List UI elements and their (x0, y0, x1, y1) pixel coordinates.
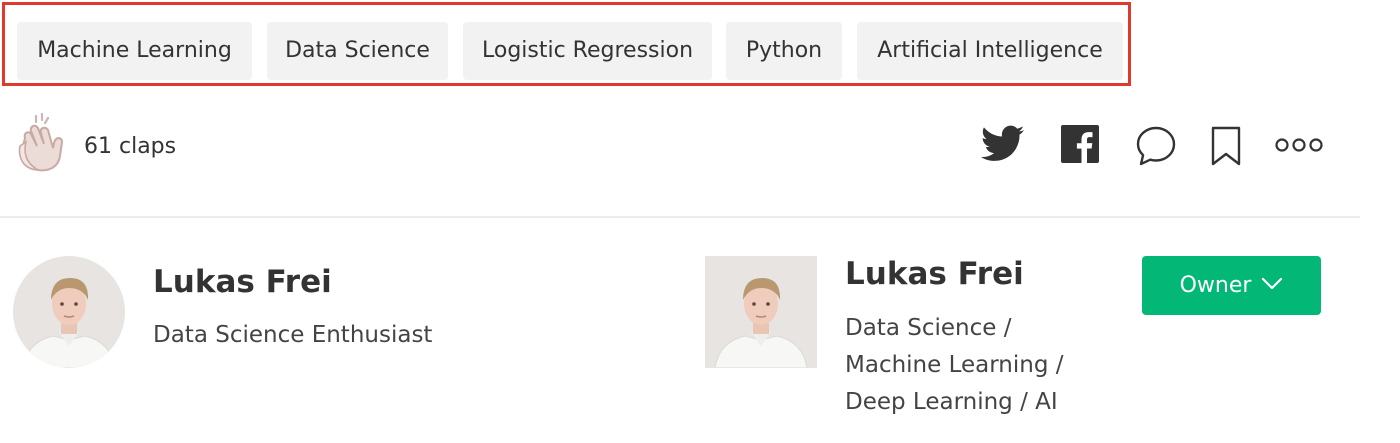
author-bio: Data Science Enthusiast (153, 322, 433, 348)
article-footer: Machine Learning Data Science Logistic R… (0, 0, 1400, 443)
tag-logistic-regression[interactable]: Logistic Regression (463, 22, 712, 80)
clap-icon[interactable] (14, 112, 74, 174)
tags-highlight-box: Machine Learning Data Science Logistic R… (2, 2, 1131, 86)
tag-artificial-intelligence[interactable]: Artificial Intelligence (857, 22, 1123, 80)
divider (0, 216, 1360, 218)
author-avatar-round[interactable] (13, 256, 125, 368)
tag-data-science[interactable]: Data Science (267, 22, 448, 80)
profile-bio: Data Science / Machine Learning / Deep L… (845, 310, 1064, 421)
facebook-icon[interactable] (1061, 125, 1099, 163)
twitter-icon[interactable] (980, 125, 1025, 163)
more-icon[interactable] (1275, 132, 1323, 158)
tag-machine-learning[interactable]: Machine Learning (17, 22, 252, 80)
profile-name[interactable]: Lukas Frei (845, 254, 1024, 294)
profile-bio-line: Data Science / (845, 315, 1012, 341)
clap-count: 61 claps (84, 134, 177, 159)
chevron-down-icon (1262, 277, 1283, 290)
profile-bio-line: Deep Learning / AI (845, 389, 1058, 415)
author-name[interactable]: Lukas Frei (153, 262, 332, 302)
comment-icon[interactable] (1135, 125, 1177, 167)
bookmark-icon[interactable] (1209, 125, 1243, 167)
owner-button-label: Owner (1179, 273, 1252, 298)
author-avatar-square[interactable] (705, 256, 817, 368)
owner-button[interactable]: Owner (1142, 256, 1321, 315)
tag-python[interactable]: Python (726, 22, 842, 80)
profile-bio-line: Machine Learning / (845, 352, 1064, 378)
